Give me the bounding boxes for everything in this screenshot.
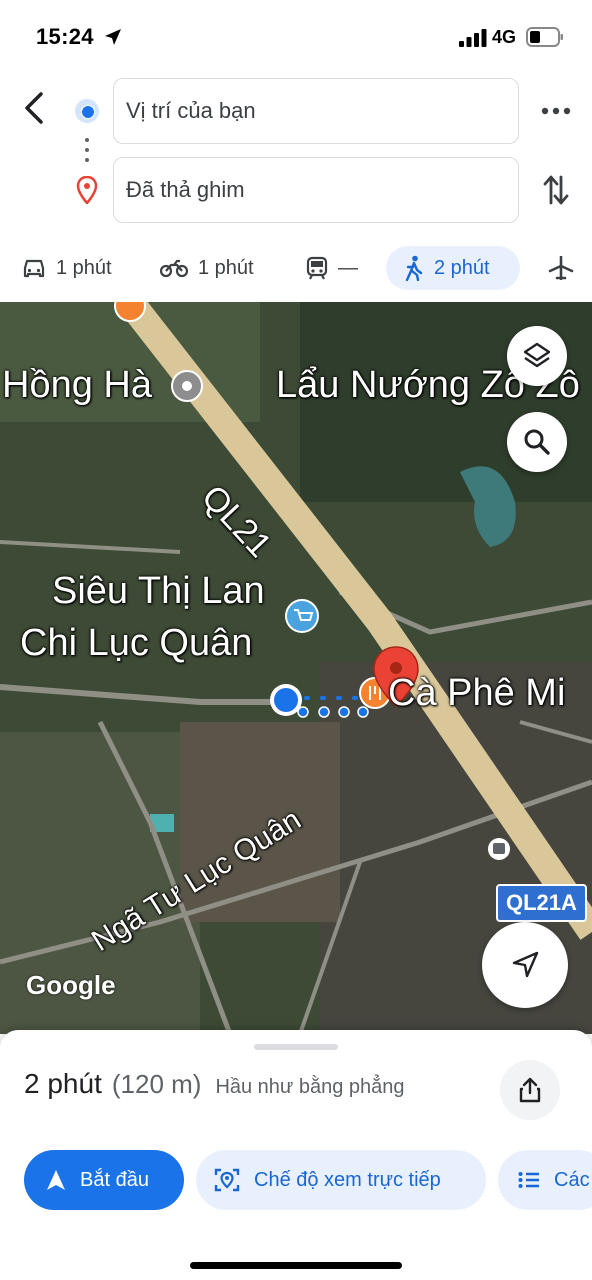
walk-icon [405,255,423,281]
place-label-hong-ha[interactable]: Hồng Hà [2,364,152,407]
place-label-sieu-thi-line1[interactable]: Siêu Thị Lan [52,570,265,613]
live-view-label: Chế độ xem trực tiếp [254,1168,441,1191]
motorbike-icon [160,259,188,278]
train-icon [306,256,328,280]
status-bar: 15:24 4G [0,0,592,66]
search-icon [524,429,550,455]
mode-transit[interactable]: — [306,246,358,290]
sheet-drag-handle[interactable] [254,1044,338,1050]
mode-walk[interactable]: 2 phút [386,246,520,290]
mode-motorbike-label: 1 phút [198,256,254,279]
navigation-arrow-icon [47,1170,65,1190]
satellite-imagery [0,302,592,1034]
route-duration: 2 phút [24,1068,102,1099]
share-button[interactable] [500,1060,560,1120]
mode-car[interactable]: 1 phút [22,246,112,290]
mode-walk-label: 2 phút [434,256,490,279]
more-horizontal-icon[interactable] [540,96,572,126]
travel-mode-bar: 1 phút 1 phút — 2 phút [0,246,592,292]
place-label-sieu-thi-line2[interactable]: Chi Lục Quân [20,622,252,665]
start-button[interactable]: Bắt đầu [24,1150,184,1210]
status-time: 15:24 [36,24,94,49]
home-indicator[interactable] [190,1262,402,1269]
swap-vertical-icon[interactable] [541,173,571,207]
list-icon [518,1172,539,1188]
route-connector [85,138,89,166]
battery-icon [526,27,563,47]
road-shield-ql21a: QL21A [496,884,587,922]
live-view-button[interactable]: Chế độ xem trực tiếp [196,1150,486,1210]
map-view[interactable]: Hồng Hà Lẩu Nướng Zô Zô Siêu Thị Lan Chi… [0,302,592,1034]
origin-input[interactable]: Vị trí của bạn [113,78,519,144]
network-type: 4G [492,27,517,47]
navigate-arrow-icon [512,951,539,978]
car-icon [23,259,45,278]
signal-icon [459,29,487,47]
route-actions: Bắt đầu Chế độ xem trực tiếp Các [0,1150,592,1210]
steps-button-label: Các [554,1168,590,1191]
red-pin-icon [76,176,98,204]
map-search-button[interactable] [507,412,567,472]
plane-icon [548,256,574,280]
origin-dot-icon [75,99,99,123]
route-bottom-sheet[interactable]: 2 phút (120 m) Hầu như bằng phẳng Bắt đầ… [0,1030,592,1280]
mode-flight[interactable] [548,246,584,290]
mode-motorbike[interactable]: 1 phút [160,246,254,290]
destination-input[interactable]: Đã thả ghim [113,157,519,223]
google-watermark: Google [26,970,116,1000]
route-terrain: Hầu như bằng phẳng [215,1076,405,1098]
live-view-icon [214,1168,240,1192]
share-icon [519,1077,541,1103]
location-arrow-icon [105,29,121,45]
place-label-ca-phe[interactable]: Cà Phê Mi [388,672,565,715]
route-distance: (120 m) [111,1069,202,1099]
layers-icon [523,342,551,368]
mode-transit-label: — [338,256,358,279]
start-button-label: Bắt đầu [80,1168,149,1191]
mode-car-label: 1 phút [56,256,112,279]
back-arrow-icon[interactable] [20,90,50,126]
layers-button[interactable] [507,326,567,386]
route-summary: 2 phút (120 m) Hầu như bằng phẳng [24,1068,405,1100]
steps-button[interactable]: Các [498,1150,592,1210]
recenter-button[interactable] [482,922,568,1008]
